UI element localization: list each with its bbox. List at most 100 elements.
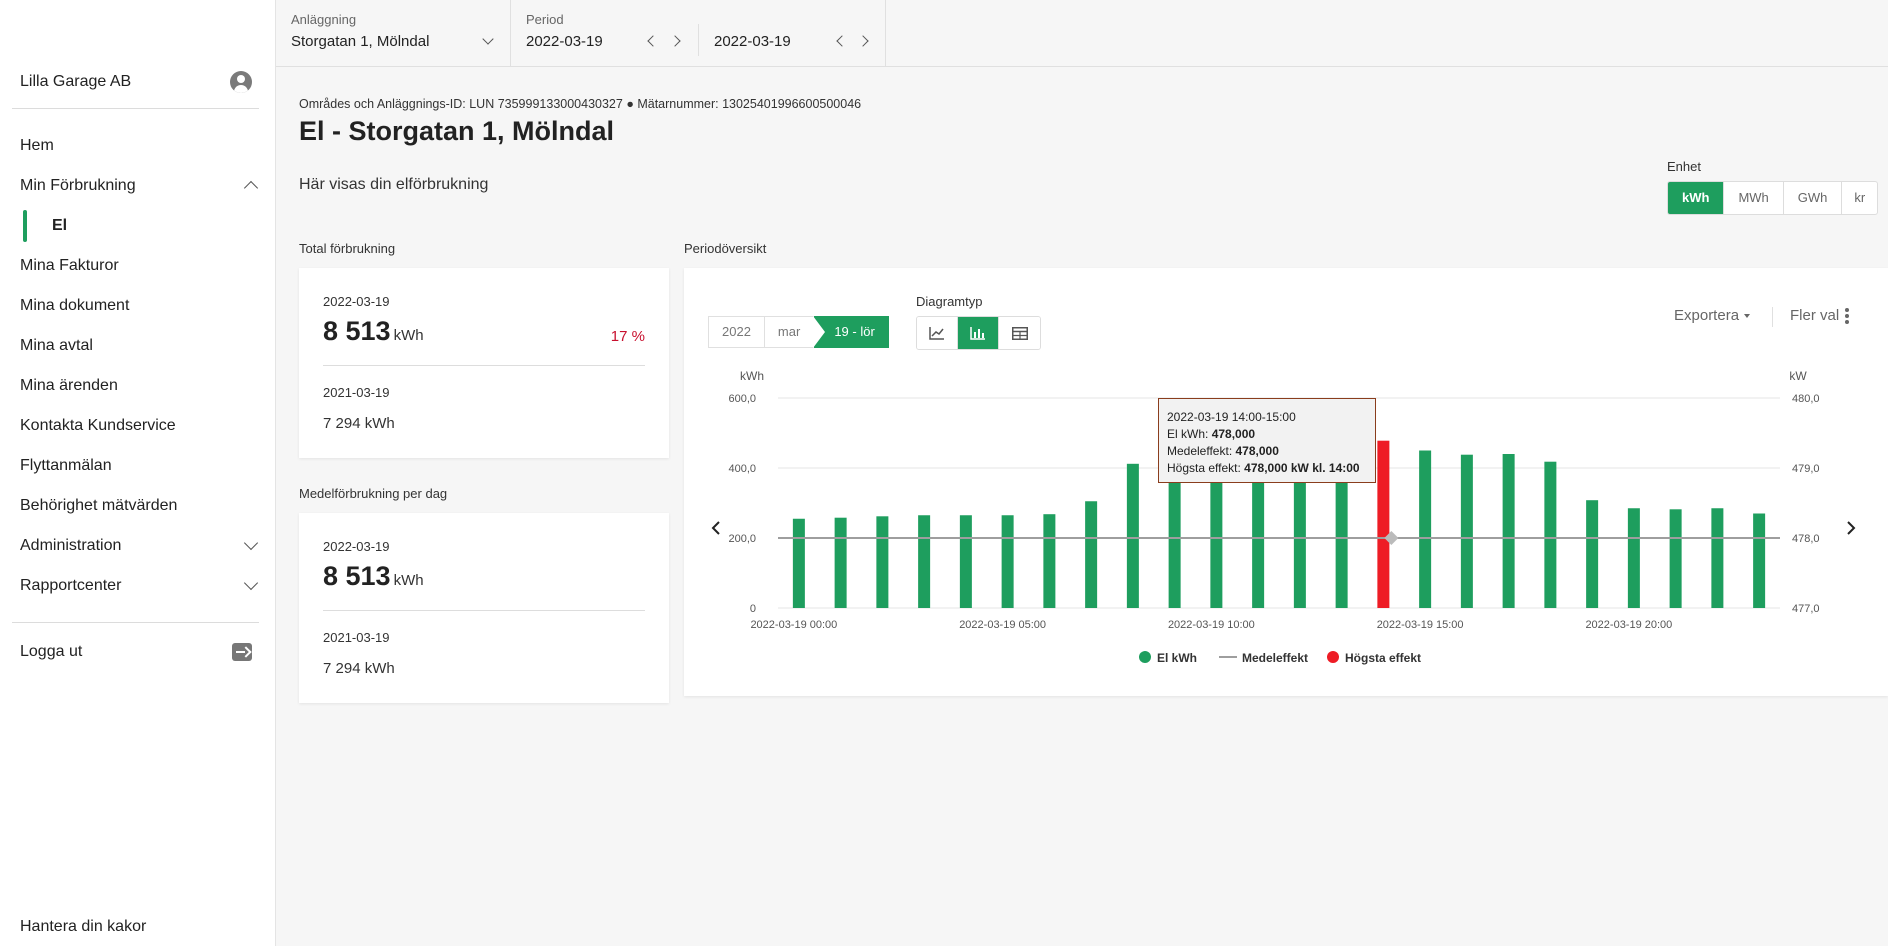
tooltip-el-label: El kWh: — [1167, 427, 1209, 441]
sidebar-item-kontakta-kundservice[interactable]: Kontakta Kundservice — [0, 406, 276, 446]
legend-marker-el — [1139, 651, 1151, 663]
sidebar-item-mina-avtal[interactable]: Mina avtal — [0, 326, 276, 366]
bar — [1627, 508, 1640, 608]
nav-label: Mina Fakturor — [20, 257, 119, 274]
prev-date: 2021-03-19 — [323, 630, 390, 645]
chart-tooltip: 2022-03-19 14:00-15:00 El kWh: 478,000 M… — [1158, 398, 1376, 483]
overview-card: 0 200,0 400,0 600,0 477,0 478,0 479,0 480,0 kWh k… — [684, 268, 1888, 696]
bar — [1085, 501, 1098, 608]
y2-tick-label: 478,0 — [1792, 533, 1820, 545]
chevron-down-icon — [243, 575, 259, 591]
sidebar: Lilla Garage AB Hem Min Förbrukning El M… — [0, 0, 276, 946]
x-tick-label: 2022-03-19 05:00 — [959, 619, 1046, 631]
kebab-menu-icon — [1845, 307, 1850, 324]
prev-date: 2021-03-19 — [323, 385, 390, 400]
nav-label: Min Förbrukning — [20, 177, 136, 194]
prev-arrow-icon[interactable] — [836, 35, 848, 47]
tooltip-time: 2022-03-19 14:00-15:00 — [1167, 410, 1296, 424]
crumb-day[interactable]: 19 - lör — [813, 316, 889, 348]
logout-icon — [232, 643, 252, 661]
total-date: 2022-03-19 — [323, 294, 390, 309]
table-view-button[interactable] — [999, 317, 1040, 349]
org-header: Lilla Garage AB — [20, 70, 252, 94]
period-label: Period — [526, 12, 564, 27]
y-tick-label: 200,0 — [728, 533, 756, 545]
bar — [1168, 462, 1181, 608]
total-number: 8 513 — [323, 316, 391, 346]
bar — [792, 518, 805, 608]
sidebar-item-min-forbrukning[interactable]: Min Förbrukning — [0, 166, 276, 206]
sidebar-item-mina-arenden[interactable]: Mina ärenden — [0, 366, 276, 406]
chart-next-arrow-icon — [1847, 521, 1856, 535]
y-tick-label: 400,0 — [728, 463, 756, 475]
sidebar-item-mina-dokument[interactable]: Mina dokument — [0, 286, 276, 326]
sidebar-item-rapportcenter[interactable]: Rapportcenter — [0, 566, 276, 606]
sidebar-item-el[interactable]: El — [0, 206, 276, 246]
sidebar-item-administration[interactable]: Administration — [0, 526, 276, 566]
intro-text: Här visas din elförbrukning — [299, 176, 489, 193]
bar — [959, 515, 972, 608]
facility-value: Storgatan 1, Mölndal — [291, 33, 430, 50]
logout-button[interactable]: Logga ut — [20, 640, 252, 664]
unit-kwh-button[interactable]: kWh — [1668, 182, 1725, 214]
chart-prev-arrow-icon — [711, 521, 720, 535]
legend-label-peak: Högsta effekt — [1345, 651, 1421, 665]
more-options-button[interactable]: Fler val — [1790, 307, 1850, 324]
average-section-label: Medelförbrukning per dag — [299, 486, 448, 501]
diagram-type-toggle — [916, 316, 1041, 350]
y-tick-label: 600,0 — [728, 393, 756, 405]
export-dropdown[interactable]: Exportera — [1674, 307, 1750, 324]
bar — [918, 515, 931, 608]
unit-gwh-button[interactable]: GWh — [1784, 182, 1843, 214]
sidebar-item-behorighet[interactable]: Behörighet mätvärden — [0, 486, 276, 526]
bar — [1586, 500, 1599, 608]
unit-mwh-button[interactable]: MWh — [1724, 182, 1784, 214]
total-unit: kWh — [393, 327, 424, 344]
unit-label: Enhet — [1667, 159, 1701, 174]
prev-value: 7 294 kWh — [323, 660, 395, 677]
total-card: 2022-03-19 8 513 kWh 17 % 2021-03-19 7 29… — [299, 268, 669, 458]
average-value: 8 513 kWh — [323, 561, 424, 592]
facility-label: Anläggning — [291, 12, 357, 27]
sidebar-item-mina-fakturor[interactable]: Mina Fakturor — [0, 246, 276, 286]
nav-label: Kontakta Kundservice — [20, 417, 176, 434]
line-chart-icon — [929, 327, 944, 340]
page-title: El - Storgatan 1, Mölndal — [299, 116, 615, 146]
tooltip-el: El kWh: 478,000 — [1167, 426, 1367, 443]
bar — [1126, 463, 1139, 608]
bar-chart-button[interactable] — [958, 317, 999, 349]
nav-label: Mina avtal — [20, 337, 93, 354]
period-breadcrumb: 2022 mar 19 - lör — [708, 316, 889, 348]
org-name: Lilla Garage AB — [20, 73, 132, 90]
user-avatar-icon[interactable] — [230, 71, 252, 93]
legend-label-mean: Medeleffekt — [1242, 651, 1308, 665]
next-arrow-icon[interactable] — [669, 35, 681, 47]
average-card: 2022-03-19 8 513 kWh 2021-03-19 7 294 kWh — [299, 513, 669, 703]
tooltip-mean-value: 478,000 — [1235, 444, 1279, 458]
cookie-settings-link[interactable]: Hantera din kakor — [20, 918, 146, 936]
sidebar-item-flyttanmalan[interactable]: Flyttanmälan — [0, 446, 276, 486]
bar — [1043, 514, 1056, 608]
y-tick-label: 0 — [750, 603, 756, 615]
table-icon — [1011, 326, 1028, 340]
divider — [323, 610, 645, 611]
period-from-value[interactable]: 2022-03-19 — [526, 33, 603, 50]
prev-value: 7 294 kWh — [323, 415, 395, 432]
unit-kr-button[interactable]: kr — [1842, 182, 1877, 214]
y2-tick-label: 479,0 — [1792, 463, 1820, 475]
crumb-year[interactable]: 2022 — [708, 316, 765, 348]
prev-arrow-icon[interactable] — [647, 35, 659, 47]
line-chart-button[interactable] — [917, 317, 958, 349]
total-value: 8 513 kWh — [323, 316, 424, 347]
sidebar-item-hem[interactable]: Hem — [0, 126, 276, 166]
logout-label: Logga ut — [20, 643, 83, 660]
divider — [12, 622, 259, 623]
period-to-value[interactable]: 2022-03-19 — [714, 33, 791, 50]
x-tick-label: 2022-03-19 15:00 — [1377, 619, 1464, 631]
facility-select[interactable]: Anläggning Storgatan 1, Mölndal — [276, 0, 511, 67]
crumb-month[interactable]: mar — [764, 316, 815, 348]
tooltip-mean-label: Medeleffekt: — [1167, 444, 1233, 458]
next-arrow-icon[interactable] — [857, 35, 869, 47]
facility-ids: Områdes och Anläggnings-ID: LUN 73599913… — [299, 97, 862, 111]
nav-label: Hem — [20, 137, 54, 154]
